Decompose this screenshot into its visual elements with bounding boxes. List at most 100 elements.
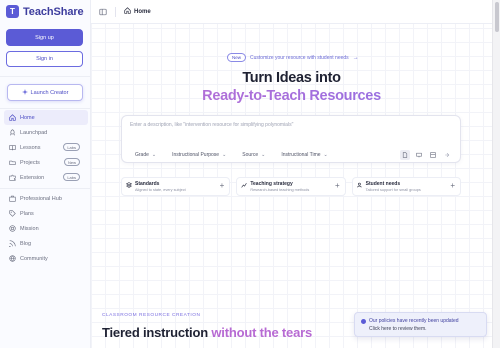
sidebar-item-community[interactable]: Community — [4, 251, 88, 266]
prompt-input[interactable]: Enter a description, like "intervention … — [130, 122, 293, 128]
slides-icon[interactable] — [414, 150, 424, 160]
chevron-down-icon: ⌄ — [222, 152, 227, 158]
users-icon — [356, 182, 362, 188]
chevron-down-icon: ⌄ — [151, 152, 157, 158]
student-needs-card[interactable]: Student needs Tailored support for small… — [351, 177, 461, 196]
secondary-nav: Professional Hub Plans Mission Blog Comm… — [4, 191, 88, 266]
plus-icon[interactable]: + — [450, 182, 455, 190]
sidebar-item-label: Home — [20, 114, 35, 121]
feed-icon — [8, 240, 16, 248]
puzzle-icon — [8, 174, 16, 182]
chevron-down-icon: ⌄ — [323, 152, 328, 158]
select-label: Instructional Time — [281, 152, 321, 158]
new-badge: New — [63, 158, 80, 166]
book-icon — [8, 144, 16, 152]
sidebar-item-blog[interactable]: Blog — [4, 236, 88, 251]
home-icon — [8, 114, 16, 122]
sidebar-item-plans[interactable]: Plans — [4, 206, 88, 221]
toast-title: Our policies have recently been updated — [369, 318, 459, 324]
sidebar-item-label: Mission — [20, 225, 39, 232]
sidebar-item-extension[interactable]: Extension Labs — [4, 170, 88, 185]
launch-creator-label: Launch Creator — [30, 89, 69, 96]
source-select[interactable]: Source ⌄ — [239, 152, 268, 158]
sign-up-button[interactable]: Sign up — [6, 29, 83, 46]
select-label: Source — [242, 152, 259, 158]
globe-icon — [8, 255, 16, 263]
section-title-accent: without the tears — [211, 325, 312, 340]
feature-cards: Standards Aligned to state, every subjec… — [121, 177, 461, 196]
launch-creator-button[interactable]: Launch Creator — [7, 84, 83, 101]
card-subtitle: Aligned to state, every subject — [135, 188, 186, 192]
card-title: Student needs — [365, 181, 401, 187]
prompt-filters: Grade ⌄ Instructional Purpose ⌄ Source ⌄ In… — [132, 152, 331, 158]
info-dot-icon — [361, 319, 366, 324]
labs-badge: Labs — [63, 173, 80, 181]
announcement-pill[interactable]: New Customize your resource with student… — [227, 53, 359, 62]
template-icon[interactable] — [428, 150, 438, 160]
divider — [115, 6, 116, 17]
announcement-text: Customize your resource with student nee… — [250, 54, 349, 61]
prompt-tools — [400, 150, 452, 160]
brand-name: TeachShare — [23, 5, 84, 18]
home-icon — [124, 7, 131, 16]
scroll-thumb[interactable] — [495, 2, 499, 32]
sidebar-item-label: Lessons — [20, 144, 41, 151]
sign-in-button[interactable]: Sign in — [6, 51, 83, 67]
sidebar-toggle-icon[interactable] — [99, 8, 107, 16]
hero-title-accent: Ready-to-Teach Resources — [91, 88, 492, 104]
main-content: Home New Customize your resource with st… — [91, 0, 500, 348]
instructional-purpose-select[interactable]: Instructional Purpose ⌄ — [169, 152, 229, 158]
sidebar-item-label: Community — [20, 255, 48, 262]
divider — [0, 76, 91, 77]
select-label: Instructional Purpose — [172, 152, 220, 158]
sidebar-item-projects[interactable]: Projects New — [4, 155, 88, 170]
prompt-box[interactable]: Enter a description, like "intervention … — [121, 115, 461, 163]
briefcase-icon — [8, 195, 16, 203]
scrollbar[interactable] — [492, 0, 500, 348]
folder-icon — [8, 159, 16, 167]
sidebar-item-mission[interactable]: Mission — [4, 221, 88, 236]
strategy-icon — [241, 183, 247, 188]
brand-logo: T — [6, 5, 19, 18]
target-icon — [8, 225, 16, 233]
sidebar-item-lessons[interactable]: Lessons Labs — [4, 140, 88, 155]
divider — [0, 188, 91, 189]
section-title: Tiered instruction without the tears — [102, 325, 312, 340]
labs-badge: Labs — [63, 143, 80, 151]
section-eyebrow: CLASSROOM RESOURCE CREATION — [102, 313, 201, 318]
divider — [0, 108, 91, 109]
top-bar: Home — [91, 0, 492, 24]
teaching-strategy-card[interactable]: Teaching strategy Research-based teachin… — [236, 177, 346, 196]
layers-icon — [126, 182, 132, 188]
chevron-down-icon: ⌄ — [261, 152, 266, 158]
breadcrumb-label: Home — [134, 8, 151, 15]
card-subtitle: Tailored support for small groups — [365, 188, 421, 192]
sparkle-icon — [21, 88, 28, 97]
new-badge: New — [227, 53, 247, 62]
toast-body[interactable]: Click here to review them. — [369, 326, 427, 332]
policy-toast[interactable]: Our policies have recently been updated … — [354, 312, 487, 337]
arrow-right-icon: → — [352, 54, 359, 61]
sidebar-item-launchpad[interactable]: Launchpad — [4, 125, 88, 140]
plus-icon[interactable]: + — [220, 182, 225, 190]
card-title: Standards — [135, 181, 160, 187]
hero-title: Turn Ideas into — [242, 70, 341, 86]
tag-icon — [8, 210, 16, 218]
sidebar-item-label: Plans — [20, 210, 34, 217]
sidebar-item-label: Launchpad — [20, 129, 48, 136]
sidebar-item-label: Blog — [20, 240, 32, 247]
select-label: Grade — [135, 152, 149, 158]
document-icon[interactable] — [400, 150, 410, 160]
plus-icon[interactable]: + — [335, 182, 340, 190]
grade-select[interactable]: Grade ⌄ — [132, 152, 159, 158]
brand[interactable]: T TeachShare — [6, 5, 84, 18]
sidebar-item-home[interactable]: Home — [4, 110, 88, 125]
standards-card[interactable]: Standards Aligned to state, every subjec… — [121, 177, 231, 196]
sidebar-item-professional-hub[interactable]: Professional Hub — [4, 191, 88, 206]
primary-nav: Home Launchpad Lessons Labs Projects New… — [4, 110, 88, 185]
breadcrumb: Home — [124, 7, 151, 16]
instructional-time-select[interactable]: Instructional Time ⌄ — [278, 152, 330, 158]
section-title-plain: Tiered instruction — [102, 325, 208, 340]
sidebar-item-label: Professional Hub — [20, 195, 62, 202]
submit-arrow-icon[interactable] — [442, 150, 452, 160]
